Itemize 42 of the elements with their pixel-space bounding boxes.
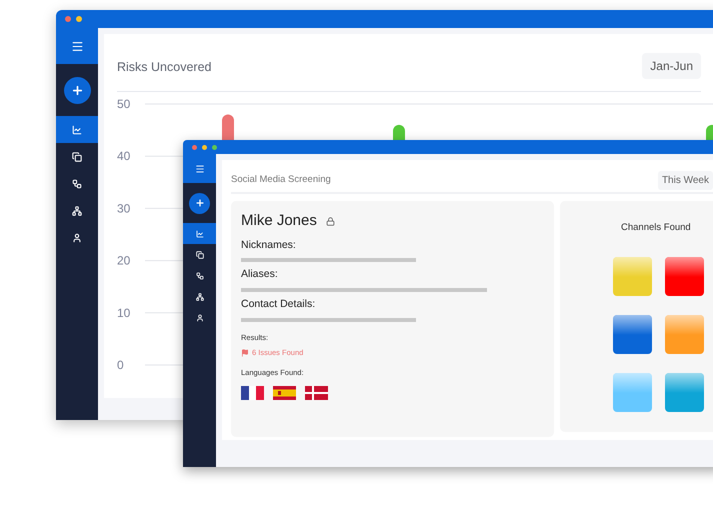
- axis-label: 40: [117, 149, 130, 164]
- channel-tile[interactable]: [613, 257, 652, 296]
- channel-tile[interactable]: [613, 373, 652, 412]
- france-flag-icon: [241, 386, 264, 400]
- denmark-flag-icon: [305, 386, 328, 400]
- user-icon: [72, 232, 82, 242]
- user-icon: [196, 314, 204, 322]
- lock-icon: [326, 216, 335, 226]
- menu-icon[interactable]: [70, 40, 84, 52]
- chart-icon: [196, 230, 204, 238]
- axis-label: 10: [117, 306, 130, 320]
- copy-icon: [196, 250, 204, 258]
- axis-label: 0: [117, 358, 124, 372]
- plus-icon: [70, 84, 84, 96]
- channel-tile[interactable]: [665, 315, 704, 354]
- field-label: Nicknames:: [241, 238, 297, 252]
- nodes-icon: [72, 178, 82, 188]
- axis-label: 50: [117, 97, 130, 111]
- menu-icon[interactable]: [194, 164, 204, 174]
- period-button[interactable]: This Week: [658, 170, 713, 190]
- add-button[interactable]: [189, 192, 210, 214]
- add-button[interactable]: [64, 76, 90, 104]
- axis-label: 20: [117, 254, 130, 268]
- channel-tile[interactable]: [613, 315, 652, 354]
- hierarchy-icon: [196, 292, 204, 300]
- channel-tile[interactable]: [665, 373, 704, 412]
- chart-icon: [72, 124, 82, 134]
- axis-label: 30: [117, 201, 130, 216]
- copy-icon: [72, 152, 82, 162]
- period-button[interactable]: Jan-Jun: [642, 53, 701, 79]
- field-label: Aliases:: [241, 267, 279, 282]
- spain-flag-icon: [273, 386, 296, 400]
- plus-icon: [194, 198, 204, 208]
- flag-icon: [241, 348, 249, 357]
- page-title: Social Media Screening: [231, 172, 331, 187]
- profile-name: Mike Jones: [241, 211, 317, 231]
- channels-title: Channels Found: [621, 221, 692, 235]
- hierarchy-icon: [72, 206, 82, 216]
- panel-title: Risks Uncovered: [117, 58, 212, 76]
- field-label: Contact Details:: [241, 297, 316, 312]
- nodes-icon: [196, 272, 204, 280]
- channel-tile[interactable]: [665, 257, 704, 296]
